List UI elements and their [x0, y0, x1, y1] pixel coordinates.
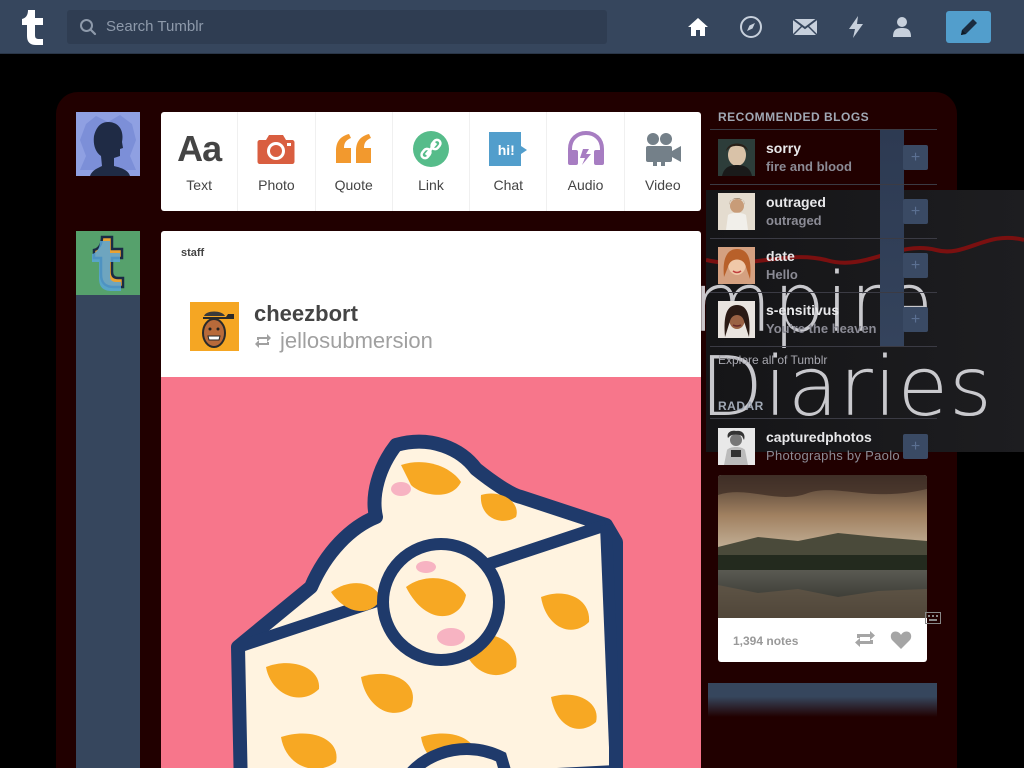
explore-all-link[interactable]: Explore all of Tumblr	[718, 353, 827, 367]
follow-button[interactable]: +	[903, 199, 928, 224]
divider	[710, 418, 937, 419]
post-type-label: Chat	[493, 177, 524, 193]
post-type-text[interactable]: Aa Text	[161, 112, 239, 211]
follow-button[interactable]: +	[903, 307, 928, 332]
divider	[710, 129, 937, 130]
user-avatar[interactable]	[76, 112, 140, 176]
chat-icon-glyph: hi!	[497, 142, 515, 158]
post-type-photo[interactable]: Photo	[238, 112, 316, 211]
inbox-icon[interactable]	[792, 14, 818, 40]
post-type-audio[interactable]: Audio	[547, 112, 625, 211]
divider	[710, 346, 937, 347]
keyboard-icon	[925, 612, 941, 624]
search-box[interactable]: Search Tumblr	[67, 10, 607, 44]
explore-icon[interactable]	[738, 14, 764, 40]
blog-avatar	[718, 428, 755, 465]
chat-icon: hi!	[486, 129, 530, 169]
post-type-link[interactable]: Link	[393, 112, 471, 211]
blog-description: You're the heaven	[766, 321, 877, 336]
note-count[interactable]: 1,394 notes	[733, 634, 798, 648]
radar-post-card: 1,394 notes	[718, 475, 927, 662]
heart-icon[interactable]	[890, 630, 912, 650]
post-type-label: Audio	[567, 177, 604, 193]
follow-button[interactable]: +	[903, 253, 928, 278]
radar-heading: RADAR	[718, 399, 764, 413]
post-author[interactable]: staff	[181, 247, 204, 259]
post-type-label: Video	[645, 177, 681, 193]
post-type-video[interactable]: Video	[625, 112, 701, 211]
blog-name: date	[766, 248, 795, 264]
home-icon[interactable]	[685, 14, 711, 40]
post-type-bar: Aa Text Photo Quote Link hi! Chat Audio	[161, 112, 701, 211]
compose-icon	[960, 19, 977, 35]
post-type-quote[interactable]: Quote	[316, 112, 393, 211]
post-type-label: Photo	[258, 177, 295, 193]
blog-description: fire and blood	[766, 159, 852, 174]
search-placeholder[interactable]: Search Tumblr	[106, 18, 204, 35]
blog-avatar	[718, 193, 755, 230]
reblog-icon	[255, 334, 271, 348]
reblog-source[interactable]: jellosubmersion	[280, 328, 433, 354]
blog-avatar	[718, 301, 755, 338]
blog-avatar	[718, 139, 755, 176]
reblogger-name[interactable]: cheezbort	[254, 301, 358, 327]
compose-button[interactable]	[946, 11, 991, 43]
text-icon: Aa	[177, 128, 222, 169]
blog-avatar	[718, 247, 755, 284]
camera-icon	[254, 129, 298, 169]
blog-name: outraged	[766, 194, 826, 210]
dashboard-post: staff cheezbort jellosubmersion	[161, 231, 701, 768]
post-type-label: Link	[418, 177, 444, 193]
search-icon	[80, 19, 97, 36]
activity-icon[interactable]	[843, 14, 869, 40]
sidebar-bottom-bar	[708, 683, 937, 717]
radar-photo[interactable]	[718, 475, 927, 618]
post-type-label: Quote	[334, 177, 373, 193]
video-camera-icon	[641, 129, 685, 169]
follow-button[interactable]: +	[903, 145, 928, 170]
follow-button[interactable]: +	[903, 434, 928, 459]
blog-description: Photographs by Paolo	[766, 448, 900, 463]
tumblr-logo[interactable]	[16, 8, 50, 46]
account-icon[interactable]	[889, 14, 915, 40]
reblog-icon[interactable]	[854, 630, 876, 648]
blog-description: Hello	[766, 267, 798, 282]
staff-avatar[interactable]	[76, 231, 140, 295]
recommended-blogs-heading: RECOMMENDED BLOGS	[718, 110, 870, 124]
blog-name: capturedphotos	[766, 429, 872, 445]
post-image[interactable]	[161, 377, 701, 768]
top-navigation-bar: Search Tumblr	[0, 0, 1024, 54]
reblogger-avatar[interactable]	[190, 302, 239, 351]
quote-icon	[332, 129, 376, 169]
blog-name: sorry	[766, 140, 802, 156]
blog-name: s-ensitivus	[766, 302, 840, 318]
headphones-icon	[564, 129, 608, 169]
post-type-label: Text	[186, 177, 212, 193]
post-type-chat[interactable]: hi! Chat	[470, 112, 548, 211]
link-icon	[409, 129, 453, 169]
avatar-sticky-strip	[76, 295, 140, 768]
blog-description: outraged	[766, 213, 822, 228]
